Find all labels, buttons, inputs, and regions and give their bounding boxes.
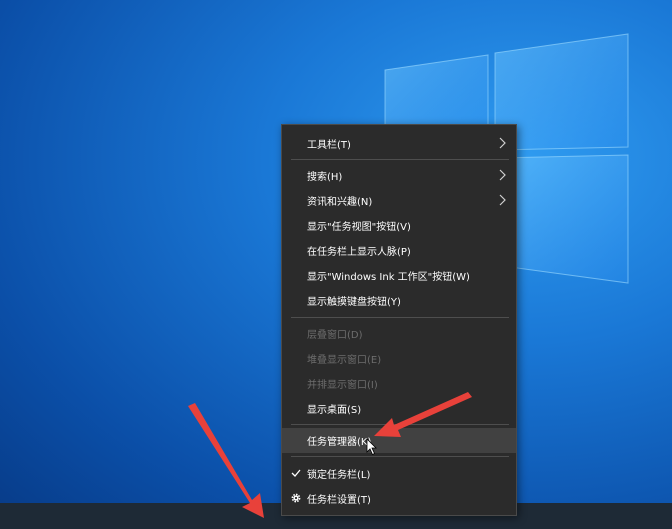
menu-item-label: 在任务栏上显示人脉(P) [307,247,411,258]
chevron-right-icon [499,137,506,149]
menu-item-label: 显示"Windows Ink 工作区"按钮(W) [307,272,470,283]
red-arrow-icon [188,403,264,518]
menu-item-label: 任务管理器(K) [307,437,372,448]
menu-item-task-view[interactable]: 显示"任务视图"按钮(V) [282,213,516,238]
menu-item-label: 显示桌面(S) [307,405,362,416]
chevron-right-icon [499,169,506,181]
checkmark-icon [291,469,301,477]
menu-item-label: 搜索(H) [307,172,343,183]
menu-item-search[interactable]: 搜索(H) [282,163,516,188]
menu-item-stacked-windows: 堆叠显示窗口(E) [282,346,516,371]
menu-item-cascade-windows: 层叠窗口(D) [282,321,516,346]
menu-item-label: 工具栏(T) [307,140,351,151]
menu-item-ink-workspace[interactable]: 显示"Windows Ink 工作区"按钮(W) [282,263,516,288]
menu-separator [291,317,509,318]
menu-item-label: 锁定任务栏(L) [307,470,371,481]
menu-item-label: 任务栏设置(T) [307,495,371,506]
menu-item-label: 显示"任务视图"按钮(V) [307,222,411,233]
menu-separator [291,159,509,160]
menu-separator [291,456,509,457]
mouse-pointer-icon [366,438,377,456]
menu-item-toolbars[interactable]: 工具栏(T) [282,131,516,156]
menu-item-label: 堆叠显示窗口(E) [307,355,382,366]
menu-item-label: 显示触摸键盘按钮(Y) [307,297,401,308]
menu-item-label: 层叠窗口(D) [307,330,363,341]
red-arrow-icon [374,392,472,437]
chevron-right-icon [499,194,506,206]
menu-item-label: 并排显示窗口(I) [307,380,378,391]
taskbar-context-menu: 工具栏(T) 搜索(H) 资讯和兴趣(N) 显示"任务视图"按钮(V) 在任务栏… [281,124,517,516]
menu-item-touch-keyboard[interactable]: 显示触摸键盘按钮(Y) [282,288,516,313]
menu-item-news-and-interests[interactable]: 资讯和兴趣(N) [282,188,516,213]
gear-icon [291,493,301,503]
menu-item-taskbar-settings[interactable]: 任务栏设置(T) [282,486,516,511]
menu-item-people[interactable]: 在任务栏上显示人脉(P) [282,238,516,263]
menu-item-label: 资讯和兴趣(N) [307,197,373,208]
menu-item-lock-taskbar[interactable]: 锁定任务栏(L) [282,461,516,486]
